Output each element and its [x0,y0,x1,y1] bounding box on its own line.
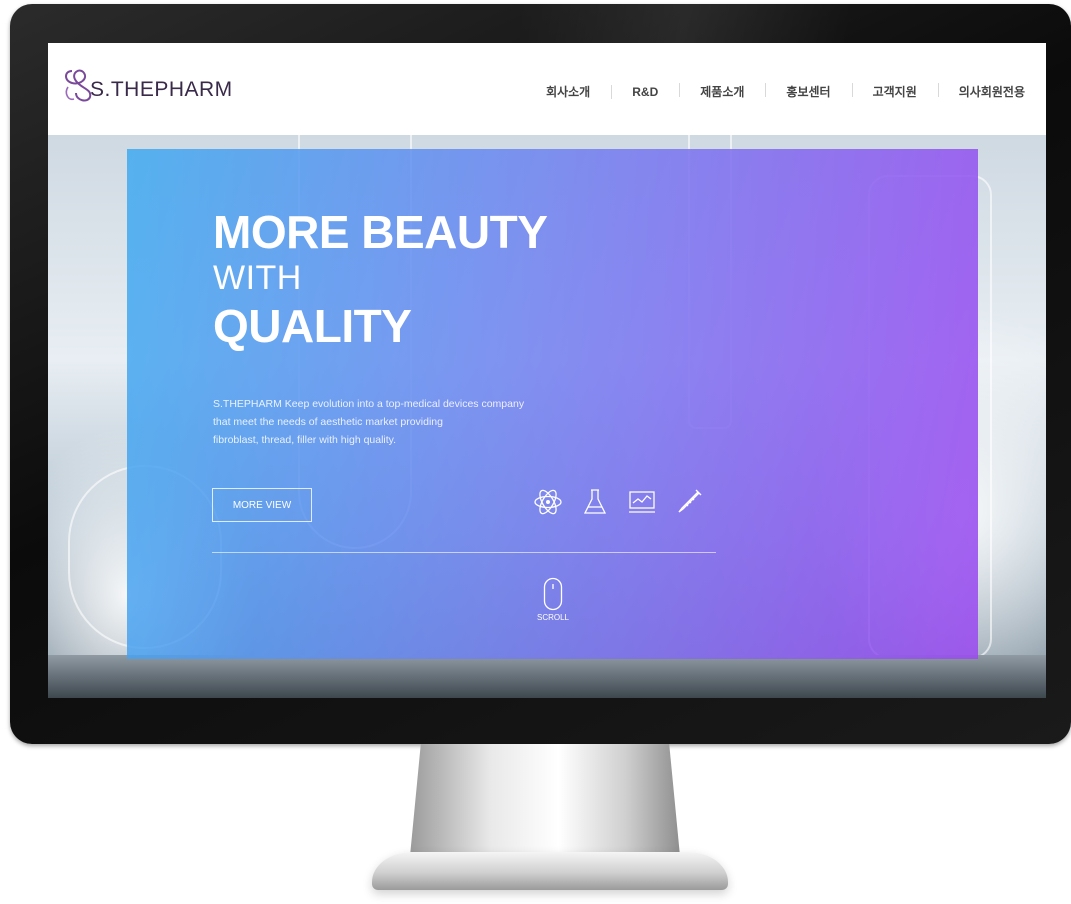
hero-divider [212,552,716,553]
nav-item-support[interactable]: 고객지원 [851,83,938,100]
hero-headline-line-1: MORE BEAUTY [213,206,548,258]
lab-table [48,655,1046,698]
monitor-mockup: S.THEPHARM 회사소개 R&D 제품소개 홍보센터 고객지원 의사회원전… [0,0,1071,904]
syringe-icon [678,489,702,513]
hero-description: S.THEPHARM Keep evolution into a top-med… [213,395,593,449]
hero-description-line: S.THEPHARM Keep evolution into a top-med… [213,398,525,410]
nav-item-rnd[interactable]: R&D [611,84,679,99]
monitor-stand-base [372,852,728,890]
hero-headline-line-2: WITH [213,259,302,297]
scroll-indicator[interactable]: SCROLL [531,577,575,622]
atom-icon [534,489,562,515]
monitor-stand-neck [410,744,680,856]
bezel-glare [520,4,1071,44]
nav-item-doctor-members[interactable]: 의사회원전용 [937,83,1046,100]
hero-description-line: that meet the needs of aesthetic market … [213,416,443,428]
logo-text: S.THEPHARM [90,78,233,101]
monitor-screen: S.THEPHARM 회사소개 R&D 제품소개 홍보센터 고객지원 의사회원전… [48,43,1046,698]
hero-headline-line-3: QUALITY [213,300,412,352]
nav-item-company[interactable]: 회사소개 [525,83,611,100]
hero-description-line: fibroblast, thread, filler with high qua… [213,434,397,446]
site-header: S.THEPHARM 회사소개 R&D 제품소개 홍보센터 고객지원 의사회원전… [48,43,1046,135]
hero-banner: MORE BEAUTY WITH QUALITY S.THEPHARM Keep… [127,149,978,659]
monitor-chart-icon [629,491,655,513]
flask-icon [583,489,607,514]
nav-item-pr-center[interactable]: 홍보센터 [765,83,851,100]
main-nav: 회사소개 R&D 제품소개 홍보센터 고객지원 의사회원전용 [525,83,1046,100]
scroll-label: SCROLL [536,613,569,622]
more-view-button[interactable]: MORE VIEW [212,488,312,522]
nav-item-products[interactable]: 제품소개 [679,83,765,100]
feature-icons [533,487,704,517]
logo[interactable]: S.THEPHARM [62,67,233,103]
mouse-scroll-icon [543,577,563,611]
